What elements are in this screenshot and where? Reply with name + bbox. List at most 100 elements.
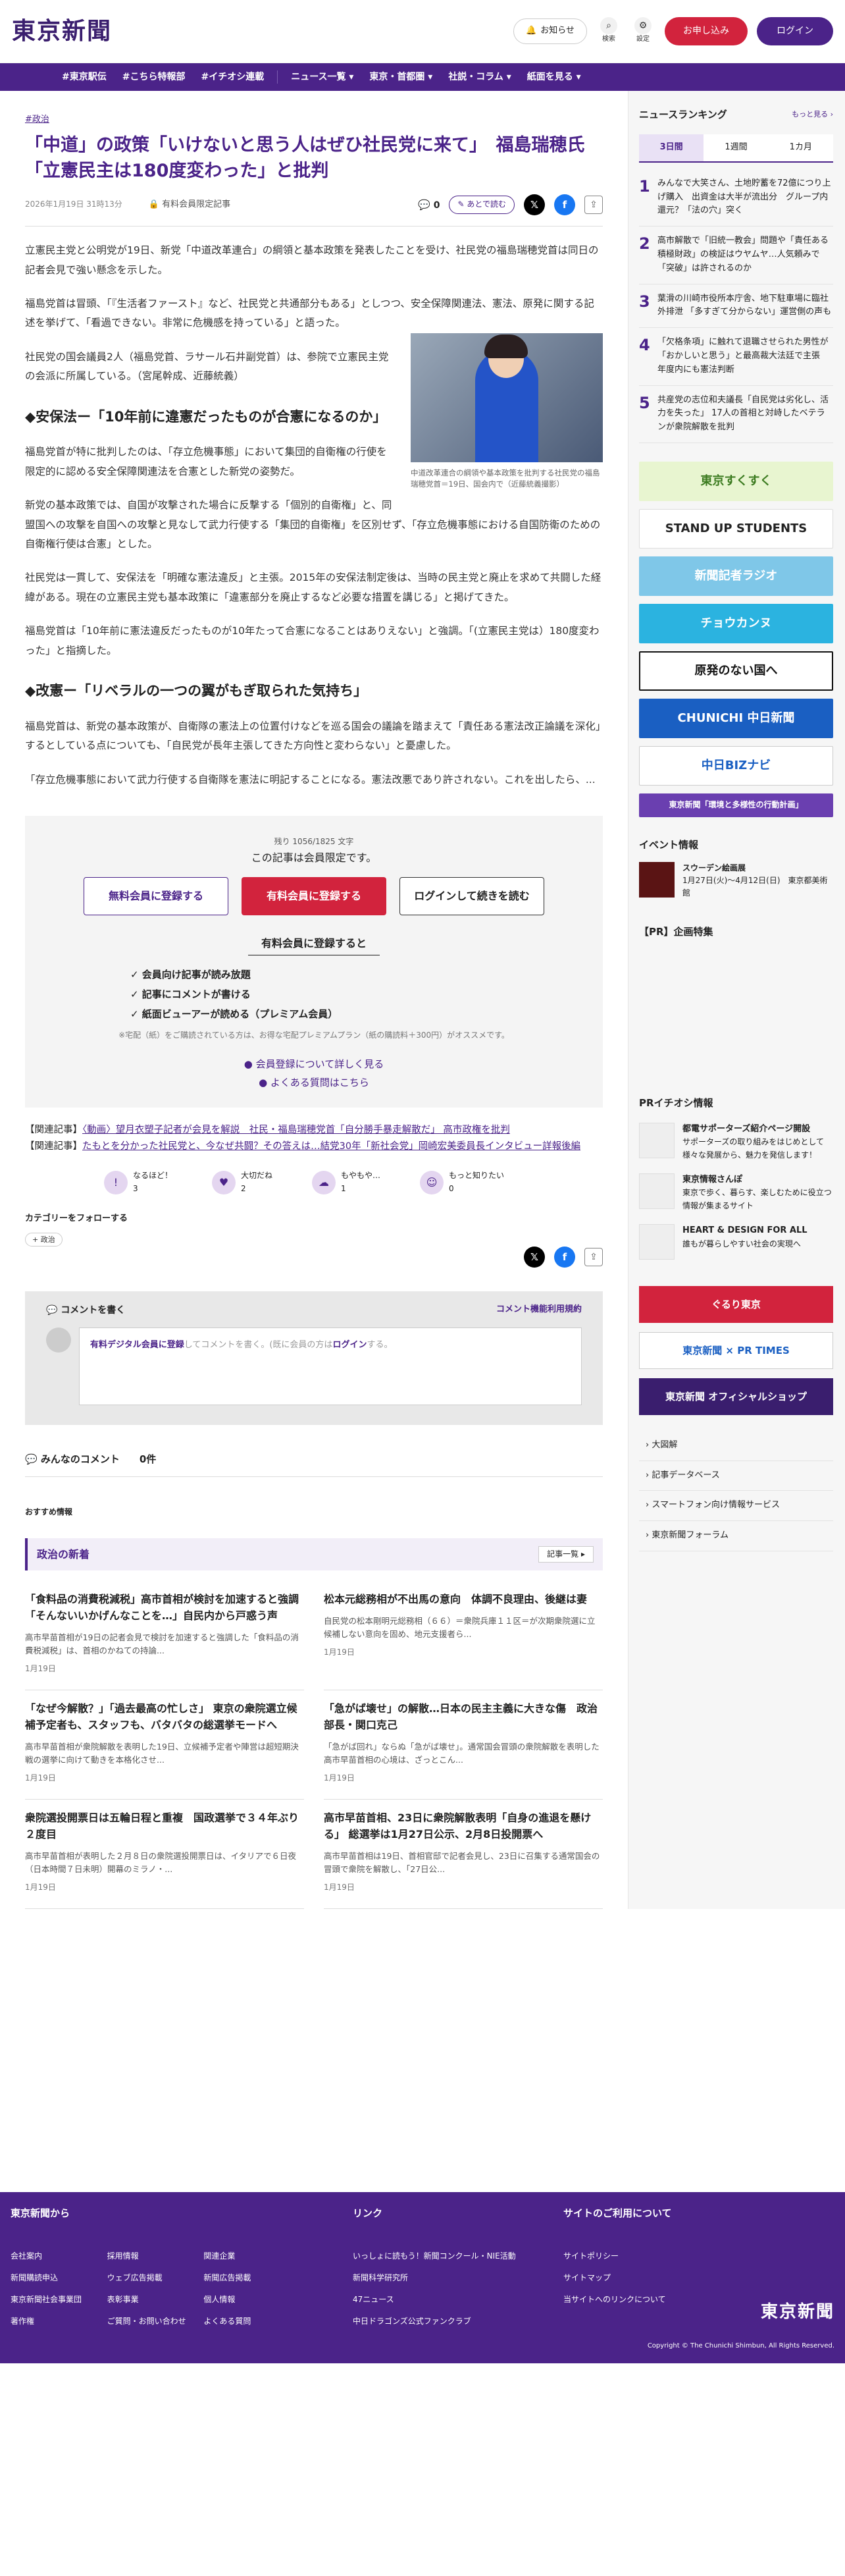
banner-shop[interactable]: 東京新聞 オフィシャルショップ [639, 1378, 833, 1415]
footer-link[interactable]: 新聞広告掲載 [203, 2272, 294, 2284]
banner-radio[interactable]: 新聞記者ラジオ [639, 556, 833, 596]
event-item[interactable]: スウーデン絵画展 1月27日(火)〜4月12日(日) 東京都美術館 [639, 861, 833, 900]
reaction-taisetsu[interactable]: ♥ 大切だね 2 [212, 1169, 272, 1194]
membership-details-link[interactable]: ● 会員登録について詳しく見る [51, 1056, 576, 1072]
ranking-text: 高市解散で「旧統一教会」問題や「責任ある積極財政」の検証はウヤムヤ…人気頼みで「… [657, 236, 829, 273]
footer-link[interactable]: 新聞購読申込 [11, 2272, 101, 2284]
sidebar-link[interactable]: › 東京新聞フォーラム [639, 1521, 833, 1552]
comment-textarea[interactable]: 有料デジタル会員に登録してコメントを書く。(既に会員の方はログインする。 [79, 1327, 582, 1405]
facebook-share-icon[interactable]: f [554, 194, 575, 216]
comment-prompt-end: する。 [367, 1339, 393, 1350]
footer-link[interactable]: よくある質問 [203, 2315, 294, 2328]
ranking-text: 葉滑の川崎市役所本庁舎、地下駐車場に臨社外排泄 「多すぎて分からない」運営側の声… [657, 293, 832, 317]
footer-link[interactable]: 採用情報 [107, 2250, 197, 2263]
ranking-item[interactable]: 4 「欠格条項」に触れて退職させられた男性が「おかしいと思う」と最高裁大法廷で主張… [639, 328, 833, 386]
nav-item[interactable]: #東京駅伝 [54, 70, 115, 84]
tab-1week[interactable]: 1週間 [704, 134, 769, 161]
pr-item[interactable]: 東京情報さんぽ 東京で歩く、暮らす、楽しむために役立つ情報が集まるサイト [639, 1173, 833, 1212]
nav-item[interactable]: ニュース一覧 ▾ [283, 70, 361, 84]
ranking-title: ニュースランキング [639, 109, 727, 121]
footer-link[interactable]: 個人情報 [203, 2294, 294, 2306]
footer-link[interactable]: 47ニュース [353, 2294, 563, 2306]
related-link[interactable]: 〈動画〉望月衣塑子記者が会見を解説 社民・福島瑞穂党首「自分勝手暴走解散だ」 高… [82, 1125, 510, 1135]
register-link[interactable]: 有料デジタル会員に登録 [90, 1340, 184, 1350]
comment-rules-link[interactable]: コメント機能利用規約 [496, 1303, 582, 1318]
reaction-moyamoya[interactable]: ☁ もやもや… 1 [312, 1169, 380, 1194]
x-share-icon[interactable]: 𝕏 [524, 1247, 545, 1268]
ranking-item[interactable]: 1 みんなで大笑さん、土地貯蓄を72億につり上げ購入 出資金は大半が流出分 グルー… [639, 169, 833, 227]
footer-logo[interactable]: 東京新聞 [761, 2299, 834, 2326]
share-icon[interactable]: ⇪ [584, 1248, 603, 1267]
sidebar-link[interactable]: › 記事データベース [639, 1461, 833, 1491]
tab-1month[interactable]: 1カ月 [768, 134, 833, 161]
tab-3days[interactable]: 3日間 [639, 134, 704, 161]
facebook-share-icon[interactable]: f [554, 1247, 575, 1268]
news-card[interactable]: 衆院選投開票日は五輪日程と重複 国政選挙で３４年ぶり２度目 高市早苗首相が表明した… [25, 1800, 304, 1909]
nav-item[interactable]: 東京・首都圏 ▾ [361, 70, 440, 84]
nav-item[interactable]: 紙面を見る ▾ [519, 70, 589, 84]
settings-button[interactable]: ⚙ 設定 [630, 17, 655, 45]
banner-sukusuku[interactable]: 東京すくすく [639, 461, 833, 501]
reaction-motto[interactable]: ☺ もっと知りたい 0 [420, 1169, 504, 1194]
news-card[interactable]: 「なぜ今解散？」「過去最高の忙しさ」 東京の衆院選立候補予定者も、スタッフも、バ… [25, 1690, 304, 1800]
footer-link[interactable]: サイトマップ [563, 2272, 761, 2284]
login-continue-button[interactable]: ログインして続きを読む [399, 876, 544, 915]
ranking-more-link[interactable]: もっと見る › [792, 109, 833, 121]
share-icon[interactable]: ⇪ [584, 196, 603, 215]
read-later-button[interactable]: ✎ あとで読む [449, 196, 515, 214]
footer-link[interactable]: サイトポリシー [563, 2250, 761, 2263]
news-card[interactable]: 高市早苗首相、23日に衆院解散表明「自身の進退を懸ける」 総選挙は1月27日公示… [324, 1800, 603, 1909]
news-card[interactable]: 「急がば壊せ」の解散…日本の民主主義に大きな傷 政治部長・関口克己 「急がば回れ」… [324, 1690, 603, 1800]
faq-link[interactable]: ● よくある質問はこちら [51, 1075, 576, 1090]
paid-register-button[interactable]: 有料会員に登録する [242, 876, 386, 915]
pr-item[interactable]: 都電サポーターズ紹介ページ開設 サポーターズの取り組みをはじめとして様々な発展から… [639, 1122, 833, 1162]
site-logo[interactable]: 東京新聞 [12, 13, 112, 51]
banner-prtimes[interactable]: 東京新聞 × PR TIMES [639, 1331, 833, 1369]
footer-link[interactable]: ウェブ広告掲載 [107, 2272, 197, 2284]
login-link[interactable]: ログイン [332, 1340, 367, 1350]
news-card[interactable]: 「食料品の消費税減税」高市首相が検討を加速すると強調「そんないいかげんなことを…… [25, 1581, 304, 1691]
banner-environment[interactable]: 東京新聞「環境と多様性の行動計画」 [639, 793, 833, 817]
related-link[interactable]: たもとを分かった社民党と、今なぜ共闘？その答えは…結党30年「新社会党」岡崎宏美… [82, 1141, 580, 1152]
banner-chunichi[interactable]: CHUNICHI 中日新聞 [639, 698, 833, 738]
ranking-item[interactable]: 5 共産党の志位和夫議長「自民党は劣化し、活力を失った」 17人の首相と対峙したベ… [639, 386, 833, 443]
notice-button[interactable]: 🔔 お知らせ [513, 18, 587, 44]
card-date: 1月19日 [25, 1773, 56, 1783]
pr-item[interactable]: HEART & DESIGN FOR ALL 誰もが暮らしやすい社会の実現へ [639, 1223, 833, 1260]
search-button[interactable]: ⌕ 検索 [596, 17, 621, 45]
nav-item[interactable]: #こちら特報部 [115, 70, 193, 84]
banner-bizavi[interactable]: 中日BIZナビ [639, 745, 833, 786]
nav-item[interactable]: #イチオシ連載 [193, 70, 272, 84]
ranking-item[interactable]: 3 葉滑の川崎市役所本庁舎、地下駐車場に臨社外排泄 「多すぎて分からない」運営側の… [639, 284, 833, 329]
footer-link[interactable]: 中日ドラゴンズ公式ファンクラブ [353, 2315, 563, 2328]
footer-link[interactable]: 表彰事業 [107, 2294, 197, 2306]
sidebar-link[interactable]: › スマートフォン向け情報サービス [639, 1491, 833, 1522]
category-link[interactable]: #政治 [25, 115, 49, 124]
login-button[interactable]: ログイン [757, 17, 833, 45]
footer-link[interactable]: 著作権 [11, 2315, 101, 2328]
footer-link[interactable]: 東京新聞社会事業団 [11, 2294, 101, 2306]
x-share-icon[interactable]: 𝕏 [524, 194, 545, 216]
footer-link[interactable]: 新聞科学研究所 [353, 2272, 563, 2284]
news-card[interactable]: 松本元総務相が不出馬の意向 体調不良理由、後継は妻 自民党の松本剛明元総務相（６６… [324, 1581, 603, 1691]
footer-link[interactable]: ご質問・お問い合わせ [107, 2315, 197, 2328]
follow-tag-politics[interactable]: + 政治 [25, 1232, 63, 1247]
free-register-button[interactable]: 無料会員に登録する [84, 876, 228, 915]
article-list-button[interactable]: 記事一覧 ▸ [538, 1546, 594, 1563]
banner-stand-up[interactable]: STAND UP STUDENTS [639, 508, 833, 549]
banner-choukanne[interactable]: チョウカンヌ [639, 603, 833, 643]
sidebar-link[interactable]: › 大図解 [639, 1431, 833, 1461]
apply-button[interactable]: お申し込み [665, 17, 748, 45]
ranking-text: 共産党の志位和夫議長「自民党は劣化し、活力を失った」 17人の首相と対峙したベテ… [657, 394, 829, 433]
footer-link[interactable]: 当サイトへのリンクについて [563, 2294, 761, 2306]
footer-link[interactable]: いっしょに読もう！新聞コンクール・NIE活動 [353, 2250, 563, 2263]
banner-no-nuclear[interactable]: 原発のない国へ [639, 651, 833, 691]
footer-link[interactable]: 会社案内 [11, 2250, 101, 2263]
banner-gururi[interactable]: ぐるり東京 [639, 1285, 833, 1323]
ranking-item[interactable]: 2 高市解散で「旧統一教会」問題や「責任ある積極財政」の検証はウヤムヤ…人気頼みで… [639, 227, 833, 284]
reaction-naruhodo[interactable]: ! なるほど！ 3 [104, 1169, 172, 1194]
comment-count[interactable]: 💬 0 [418, 197, 440, 213]
nav-item[interactable]: 社説・コラム ▾ [440, 70, 519, 84]
article-photo[interactable] [411, 333, 603, 462]
footer-link[interactable]: 関連企業 [203, 2250, 294, 2263]
